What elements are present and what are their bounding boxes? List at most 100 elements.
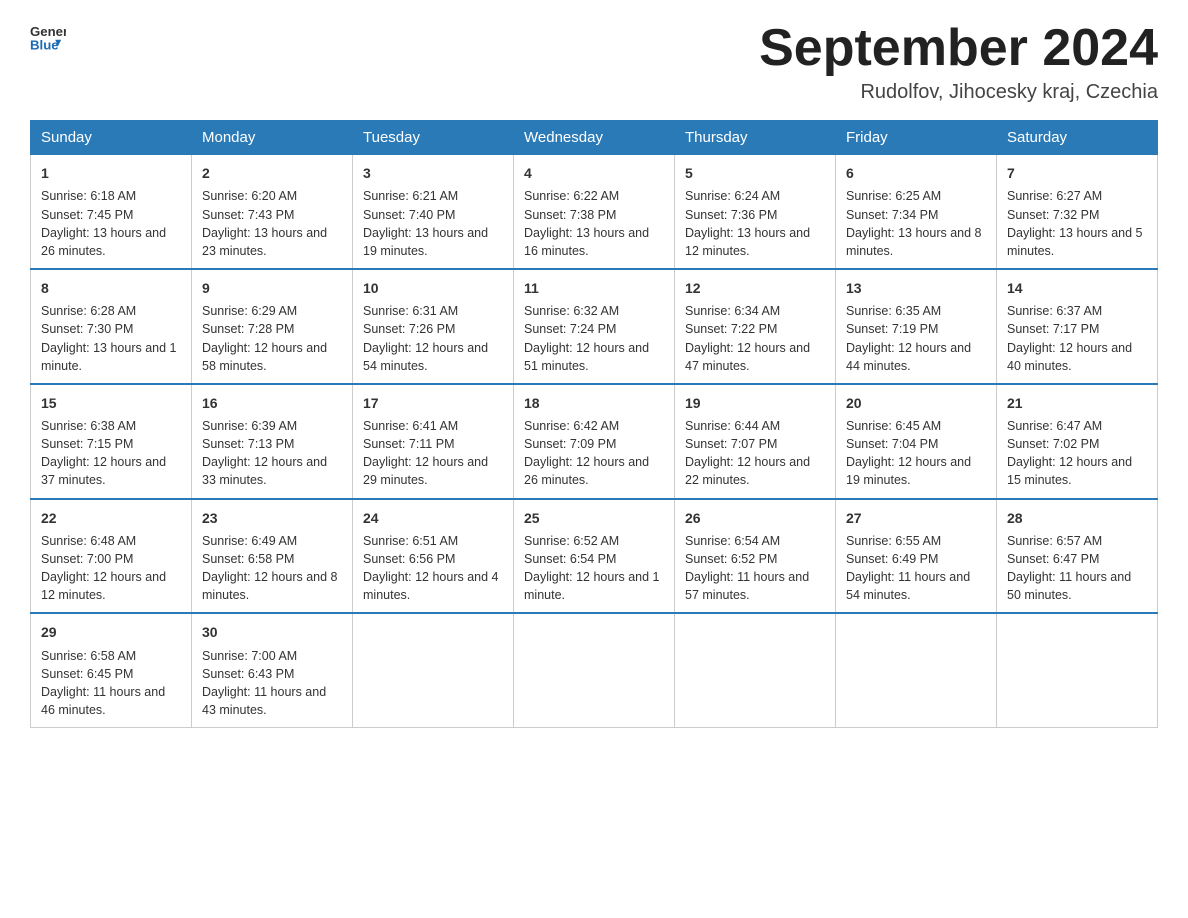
daylight-text: Daylight: 12 hours and 37 minutes.: [41, 453, 181, 489]
day-number: 25: [524, 508, 664, 528]
cell-week5-day6: [836, 613, 997, 727]
day-number: 12: [685, 278, 825, 298]
sunset-text: Sunset: 7:19 PM: [846, 320, 986, 338]
sunrise-text: Sunrise: 6:20 AM: [202, 187, 342, 205]
sunrise-text: Sunrise: 6:22 AM: [524, 187, 664, 205]
sunset-text: Sunset: 7:13 PM: [202, 435, 342, 453]
month-title: September 2024: [759, 20, 1158, 77]
daylight-text: Daylight: 12 hours and 33 minutes.: [202, 453, 342, 489]
sunset-text: Sunset: 7:15 PM: [41, 435, 181, 453]
sunrise-text: Sunrise: 6:41 AM: [363, 417, 503, 435]
calendar-table: Sunday Monday Tuesday Wednesday Thursday…: [30, 120, 1158, 728]
sunrise-text: Sunrise: 6:55 AM: [846, 532, 986, 550]
day-number: 4: [524, 163, 664, 183]
sunrise-text: Sunrise: 6:28 AM: [41, 302, 181, 320]
daylight-text: Daylight: 13 hours and 23 minutes.: [202, 224, 342, 260]
day-number: 9: [202, 278, 342, 298]
day-number: 17: [363, 393, 503, 413]
day-number: 14: [1007, 278, 1147, 298]
sunrise-text: Sunrise: 6:29 AM: [202, 302, 342, 320]
daylight-text: Daylight: 13 hours and 16 minutes.: [524, 224, 664, 260]
sunset-text: Sunset: 6:58 PM: [202, 550, 342, 568]
cell-week1-day6: 6Sunrise: 6:25 AMSunset: 7:34 PMDaylight…: [836, 155, 997, 269]
cell-week5-day2: 30Sunrise: 7:00 AMSunset: 6:43 PMDayligh…: [192, 613, 353, 727]
sunrise-text: Sunrise: 6:45 AM: [846, 417, 986, 435]
sunrise-text: Sunrise: 6:32 AM: [524, 302, 664, 320]
daylight-text: Daylight: 13 hours and 1 minute.: [41, 339, 181, 375]
cell-week2-day4: 11 Sunrise: 6:32 AMSunset: 7:24 PMDayligh…: [514, 269, 675, 384]
sunset-text: Sunset: 6:56 PM: [363, 550, 503, 568]
sunset-text: Sunset: 7:38 PM: [524, 206, 664, 224]
cell-week3-day4: 18Sunrise: 6:42 AMSunset: 7:09 PMDayligh…: [514, 384, 675, 499]
cell-week2-day3: 10Sunrise: 6:31 AMSunset: 7:26 PMDayligh…: [353, 269, 514, 384]
sunset-text: Sunset: 6:49 PM: [846, 550, 986, 568]
cell-week1-day1: 1Sunrise: 6:18 AMSunset: 7:45 PMDaylight…: [31, 155, 192, 269]
cell-week4-day1: 22Sunrise: 6:48 AMSunset: 7:00 PMDayligh…: [31, 499, 192, 614]
sunset-text: Sunset: 7:34 PM: [846, 206, 986, 224]
location-title: Rudolfov, Jihocesky kraj, Czechia: [759, 81, 1158, 104]
cell-week3-day1: 15Sunrise: 6:38 AMSunset: 7:15 PMDayligh…: [31, 384, 192, 499]
sunset-text: Sunset: 7:02 PM: [1007, 435, 1147, 453]
sunset-text: Sunset: 7:40 PM: [363, 206, 503, 224]
header-row: Sunday Monday Tuesday Wednesday Thursday…: [31, 121, 1158, 155]
day-number: 26: [685, 508, 825, 528]
sunrise-text: Sunrise: 6:31 AM: [363, 302, 503, 320]
week-row-4: 22Sunrise: 6:48 AMSunset: 7:00 PMDayligh…: [31, 499, 1158, 614]
sunset-text: Sunset: 7:36 PM: [685, 206, 825, 224]
week-row-3: 15Sunrise: 6:38 AMSunset: 7:15 PMDayligh…: [31, 384, 1158, 499]
sunrise-text: Sunrise: 6:21 AM: [363, 187, 503, 205]
cell-week2-day6: 13Sunrise: 6:35 AMSunset: 7:19 PMDayligh…: [836, 269, 997, 384]
daylight-text: Daylight: 12 hours and 44 minutes.: [846, 339, 986, 375]
cell-week2-day5: 12Sunrise: 6:34 AMSunset: 7:22 PMDayligh…: [675, 269, 836, 384]
daylight-text: Daylight: 12 hours and 40 minutes.: [1007, 339, 1147, 375]
day-number: 21: [1007, 393, 1147, 413]
daylight-text: Daylight: 12 hours and 15 minutes.: [1007, 453, 1147, 489]
day-number: 24: [363, 508, 503, 528]
page-header: General Blue September 2024 Rudolfov, Ji…: [30, 20, 1158, 104]
daylight-text: Daylight: 12 hours and 51 minutes.: [524, 339, 664, 375]
cell-week3-day7: 21Sunrise: 6:47 AMSunset: 7:02 PMDayligh…: [997, 384, 1158, 499]
sunset-text: Sunset: 7:07 PM: [685, 435, 825, 453]
sunrise-text: Sunrise: 6:18 AM: [41, 187, 181, 205]
cell-week4-day4: 25Sunrise: 6:52 AMSunset: 6:54 PMDayligh…: [514, 499, 675, 614]
day-number: 2: [202, 163, 342, 183]
day-number: 20: [846, 393, 986, 413]
sunrise-text: Sunrise: 6:54 AM: [685, 532, 825, 550]
cell-week4-day6: 27Sunrise: 6:55 AMSunset: 6:49 PMDayligh…: [836, 499, 997, 614]
col-sunday: Sunday: [31, 121, 192, 155]
daylight-text: Daylight: 11 hours and 46 minutes.: [41, 683, 181, 719]
sunset-text: Sunset: 6:52 PM: [685, 550, 825, 568]
day-number: 7: [1007, 163, 1147, 183]
sunrise-text: Sunrise: 6:51 AM: [363, 532, 503, 550]
logo-icon: General Blue: [30, 20, 66, 56]
sunset-text: Sunset: 6:43 PM: [202, 665, 342, 683]
cell-week4-day5: 26 Sunrise: 6:54 AMSunset: 6:52 PMDayligh…: [675, 499, 836, 614]
daylight-text: Daylight: 12 hours and 4 minutes.: [363, 568, 503, 604]
day-number: 3: [363, 163, 503, 183]
sunrise-text: Sunrise: 6:39 AM: [202, 417, 342, 435]
sunrise-text: Sunrise: 6:38 AM: [41, 417, 181, 435]
cell-week2-day1: 8Sunrise: 6:28 AMSunset: 7:30 PMDaylight…: [31, 269, 192, 384]
day-number: 11: [524, 278, 664, 298]
sunset-text: Sunset: 7:24 PM: [524, 320, 664, 338]
daylight-text: Daylight: 13 hours and 19 minutes.: [363, 224, 503, 260]
sunrise-text: Sunrise: 6:57 AM: [1007, 532, 1147, 550]
svg-text:Blue: Blue: [30, 37, 59, 52]
week-row-2: 8Sunrise: 6:28 AMSunset: 7:30 PMDaylight…: [31, 269, 1158, 384]
cell-week2-day7: 14Sunrise: 6:37 AMSunset: 7:17 PMDayligh…: [997, 269, 1158, 384]
cell-week3-day3: 17Sunrise: 6:41 AMSunset: 7:11 PMDayligh…: [353, 384, 514, 499]
daylight-text: Daylight: 12 hours and 47 minutes.: [685, 339, 825, 375]
day-number: 19: [685, 393, 825, 413]
daylight-text: Daylight: 11 hours and 57 minutes.: [685, 568, 825, 604]
daylight-text: Daylight: 13 hours and 5 minutes.: [1007, 224, 1147, 260]
daylight-text: Daylight: 11 hours and 54 minutes.: [846, 568, 986, 604]
sunrise-text: Sunrise: 6:49 AM: [202, 532, 342, 550]
sunrise-text: Sunrise: 6:42 AM: [524, 417, 664, 435]
day-number: 28: [1007, 508, 1147, 528]
cell-week3-day6: 20Sunrise: 6:45 AMSunset: 7:04 PMDayligh…: [836, 384, 997, 499]
sunrise-text: Sunrise: 6:52 AM: [524, 532, 664, 550]
day-number: 1: [41, 163, 181, 183]
daylight-text: Daylight: 12 hours and 1 minute.: [524, 568, 664, 604]
sunset-text: Sunset: 6:45 PM: [41, 665, 181, 683]
sunset-text: Sunset: 7:17 PM: [1007, 320, 1147, 338]
